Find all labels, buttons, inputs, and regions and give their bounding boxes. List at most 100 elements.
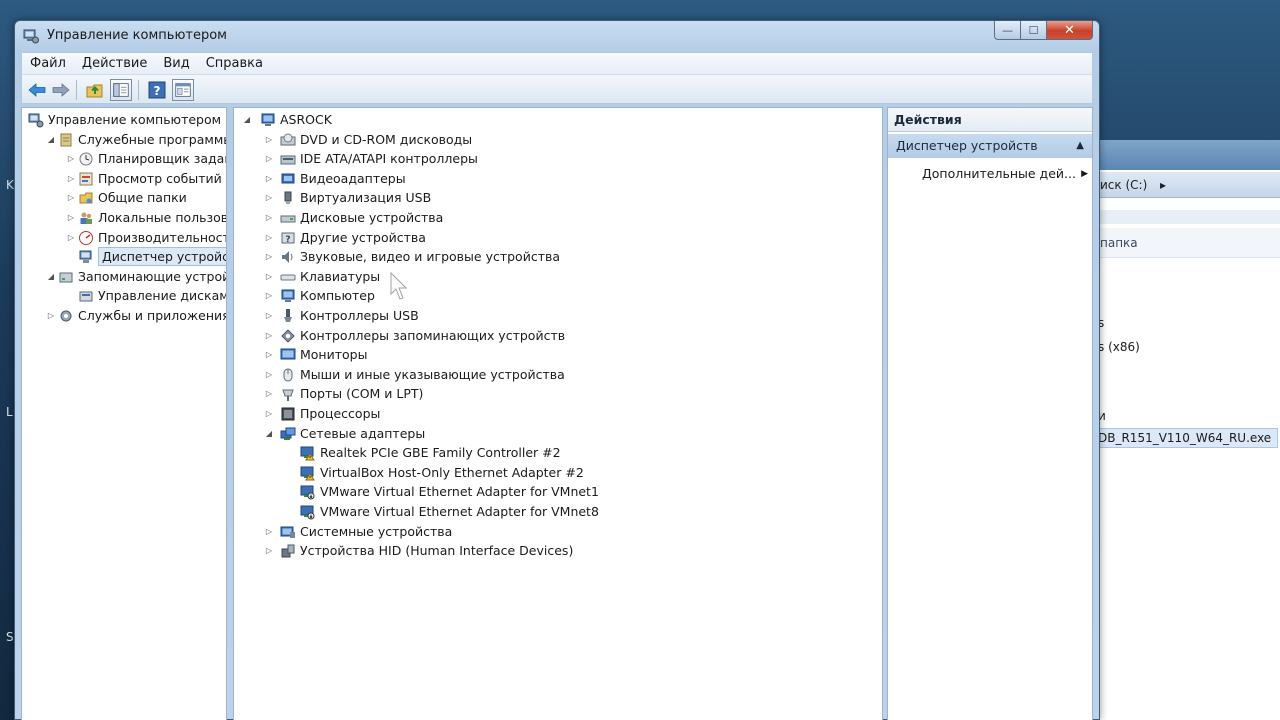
device-category[interactable]: ▷ Мониторы (234, 345, 882, 364)
chevron-right-icon[interactable]: ▸ (1160, 172, 1166, 198)
expand-triangle-icon[interactable]: ▷ (264, 522, 274, 541)
device-category[interactable]: ▷ IDE ATA/ATAPI контроллеры (234, 149, 882, 168)
device-category[interactable]: ▷ Процессоры (234, 404, 882, 423)
device-item[interactable]: VMware Virtual Ethernet Adapter for VMne… (234, 502, 882, 521)
device-tree-panel[interactable]: ◢ ASROCK ▷ DVD и CD-ROM дисководы ▷ IDE ATA/A… (233, 107, 883, 720)
device-category[interactable]: ◢ Сетевые адаптеры (234, 424, 882, 443)
menu-file[interactable]: Файл (22, 54, 74, 74)
device-category[interactable]: ▷ DVD и CD-ROM дисководы (234, 130, 882, 149)
device-category[interactable]: ▷ Порты (COM и LPT) (234, 384, 882, 403)
expand-triangle-icon[interactable]: ▷ (264, 345, 274, 364)
collapse-triangle-icon[interactable]: ◢ (46, 130, 56, 149)
tree-item-label: Запоминающие устройст (78, 268, 226, 284)
background-explorer-window[interactable]: иск (C:) ▸ папка s s (x86) и DB_R151_V11… (1095, 140, 1280, 720)
network-disabled-icon (300, 484, 316, 500)
tree-item-label: VMware Virtual Ethernet Adapter for VMne… (320, 504, 599, 519)
column-header[interactable]: папка (1096, 228, 1280, 258)
background-address-bar[interactable]: иск (C:) ▸ (1096, 172, 1280, 198)
shared-folder-icon (78, 190, 94, 206)
expand-triangle-icon[interactable]: ▷ (264, 306, 274, 325)
menu-action[interactable]: Действие (74, 54, 155, 74)
device-category[interactable]: ▷ Дисковые устройства (234, 208, 882, 227)
expand-triangle-icon[interactable]: ▷ (264, 404, 274, 423)
console-tree-item[interactable]: ◢ Служебные программы (22, 130, 226, 149)
console-tree-item[interactable]: ◢ Запоминающие устройст (22, 267, 226, 286)
toolbar-separator (76, 80, 77, 100)
expand-triangle-icon[interactable]: ▷ (264, 267, 274, 286)
expand-triangle-icon[interactable]: ▷ (46, 306, 56, 325)
more-actions-item[interactable]: Дополнительные дей... ▶ (922, 164, 1088, 184)
expand-triangle-icon[interactable]: ▷ (264, 149, 274, 168)
collapse-triangle-icon[interactable]: ◢ (242, 110, 252, 129)
titlebar[interactable]: Управление компьютером — ☐ ✕ (15, 21, 1099, 51)
console-tree-item[interactable]: ▷ Производительность (22, 228, 226, 247)
close-button[interactable]: ✕ (1047, 21, 1093, 40)
device-category[interactable]: ▷ Мыши и иные указывающие устройства (234, 365, 882, 384)
expand-triangle-icon[interactable]: ▷ (264, 208, 274, 227)
console-tree-item[interactable]: Диспетчер устройств (22, 247, 226, 267)
device-category[interactable]: ▷ Компьютер (234, 286, 882, 305)
console-tree-panel[interactable]: Управление компьютером (л ◢ Служебные прог… (21, 107, 227, 720)
expand-triangle-icon[interactable]: ▷ (264, 247, 274, 266)
computer-management-window[interactable]: Управление компьютером — ☐ ✕ Файл Действ… (14, 20, 1100, 720)
storage-controller-icon (280, 328, 296, 344)
up-folder-icon[interactable] (84, 79, 106, 101)
show-hide-tree-icon[interactable] (110, 79, 132, 101)
expand-triangle-icon[interactable]: ▷ (264, 188, 274, 207)
expand-triangle-icon[interactable]: ▷ (264, 169, 274, 188)
device-category[interactable]: ▷ Виртуализация USB (234, 188, 882, 207)
tree-item-label: Realtek PCIe GBE Family Controller #2 (320, 445, 561, 461)
expand-triangle-icon[interactable]: ▷ (264, 228, 274, 247)
file-item-selected[interactable]: DB_R151_V110_W64_RU.exe (1095, 428, 1279, 448)
expand-triangle-icon[interactable]: ▷ (264, 326, 274, 345)
expand-triangle-icon[interactable]: ▷ (264, 365, 274, 384)
expand-triangle-icon[interactable]: ▷ (66, 208, 76, 227)
device-item[interactable]: VMware Virtual Ethernet Adapter for VMne… (234, 482, 882, 501)
device-tree-root[interactable]: ◢ ASROCK (234, 110, 882, 129)
console-tree-item[interactable]: ▷ Службы и приложения (22, 306, 226, 325)
console-tree-item[interactable]: Управление дисками (22, 286, 226, 305)
collapse-triangle-icon[interactable]: ◢ (264, 424, 274, 443)
expand-triangle-icon[interactable]: ▷ (66, 169, 76, 188)
address-text: иск (C:) (1100, 178, 1148, 192)
expand-triangle-icon[interactable]: ▷ (264, 286, 274, 305)
console-tree-item[interactable]: Управление компьютером (л (22, 110, 226, 129)
file-item[interactable]: s (x86) (1098, 340, 1140, 354)
back-arrow-icon[interactable] (26, 79, 48, 101)
expand-triangle-icon[interactable]: ▷ (264, 130, 274, 149)
properties-icon[interactable] (172, 79, 194, 101)
tree-item-label: Мониторы (300, 347, 368, 363)
expand-triangle-icon[interactable]: ▷ (264, 541, 274, 560)
help-icon[interactable]: ? (146, 79, 168, 101)
device-category[interactable]: ▷ Системные устройства (234, 522, 882, 541)
tree-item-label: Службы и приложения (78, 308, 227, 323)
device-category[interactable]: ▷ Звуковые, видео и игровые устройства (234, 247, 882, 266)
tree-item-label: Управление компьютером (л (48, 112, 227, 127)
device-category[interactable]: ▷ Устройства HID (Human Interface Devices… (234, 541, 882, 560)
device-category[interactable]: ▷? Другие устройства (234, 228, 882, 247)
expand-triangle-icon[interactable]: ▷ (66, 188, 76, 207)
maximize-button[interactable]: ☐ (1021, 21, 1047, 40)
menu-help[interactable]: Справка (198, 54, 271, 74)
collapse-triangle-icon[interactable]: ◢ (46, 267, 56, 286)
device-category[interactable]: ▷ Контроллеры USB (234, 306, 882, 325)
device-category[interactable]: ▷ Клавиатуры (234, 267, 882, 286)
expand-triangle-icon[interactable]: ▷ (66, 228, 76, 247)
device-category[interactable]: ▷ Видеоадаптеры (234, 169, 882, 188)
console-tree-item[interactable]: ▷ Общие папки (22, 188, 226, 207)
expand-triangle-icon[interactable]: ▷ (66, 149, 76, 168)
expand-triangle-icon[interactable]: ▷ (264, 384, 274, 403)
minimize-button[interactable]: — (994, 21, 1021, 40)
console-tree-item[interactable]: ▷ Планировщик заданий (22, 149, 226, 168)
forward-arrow-icon[interactable] (50, 79, 72, 101)
mouse-icon (280, 367, 296, 383)
console-tree-item[interactable]: ▷ Локальные пользовате (22, 208, 226, 227)
device-item[interactable]: Realtek PCIe GBE Family Controller #2 (234, 443, 882, 462)
device-category[interactable]: ▷ Контроллеры запоминающих устройств (234, 326, 882, 345)
device-item[interactable]: VirtualBox Host-Only Ethernet Adapter #2 (234, 463, 882, 482)
actions-section-device-manager[interactable]: Диспетчер устройств ▲ (888, 134, 1092, 158)
collapse-triangle-icon[interactable]: ▲ (1076, 134, 1084, 158)
console-tree-item[interactable]: ▷ Просмотр событий (22, 169, 226, 188)
tree-item-label: VirtualBox Host-Only Ethernet Adapter #2 (320, 464, 584, 480)
menu-view[interactable]: Вид (155, 54, 197, 74)
